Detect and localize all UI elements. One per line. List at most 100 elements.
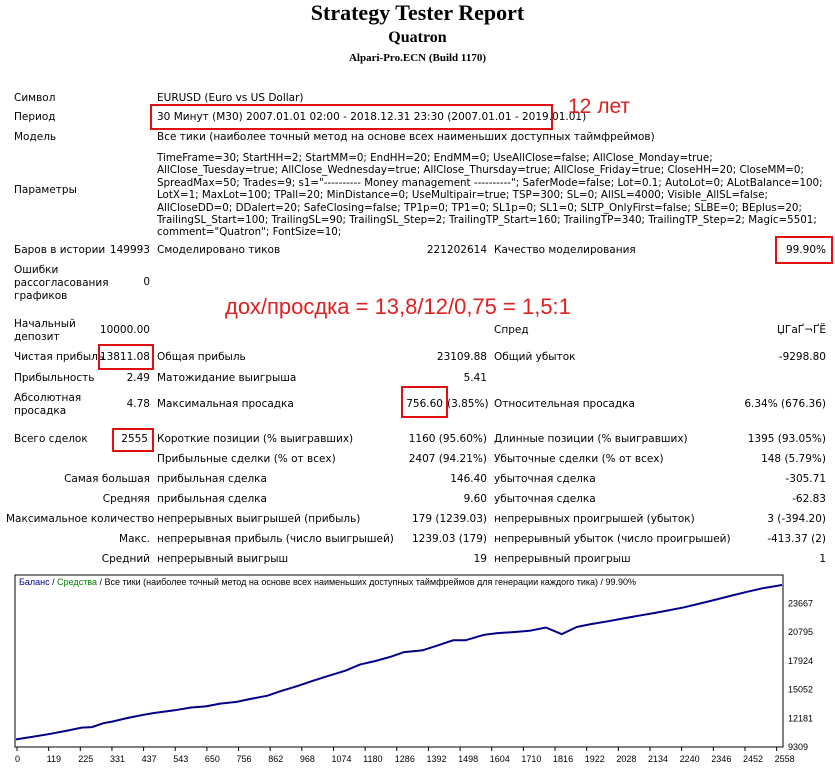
x-tick-label: 1816 — [553, 754, 573, 764]
spread-label: Спред — [494, 324, 529, 336]
average-label: Средняя — [102, 493, 150, 505]
max-dd-label: Максимальная просадка — [157, 398, 294, 410]
short-label: Короткие позиции (% выигравших) — [157, 433, 354, 445]
y-tick-label: 9309 — [788, 742, 808, 752]
abs-dd-label-line1: Абсолютная — [14, 392, 82, 404]
x-tick-label: 2452 — [743, 754, 763, 764]
max-cons-loss-value: -413.37 (2) — [767, 533, 826, 545]
max-count-label: Максимальное количество — [6, 513, 155, 525]
errors-value: 0 — [143, 276, 150, 288]
abs-dd-value: 4.78 — [126, 398, 150, 410]
x-tick-label: 2028 — [616, 754, 636, 764]
y-tick-label: 23667 — [788, 599, 813, 609]
expected-payoff-label: Матожидание выигрыша — [157, 372, 297, 384]
params-value: TimeFrame=30; StartHH=2; StartMM=0; EndH… — [157, 152, 823, 239]
spread-value: ЏГаҐ¬ҐЁ — [777, 324, 826, 336]
x-tick-label: 1392 — [426, 754, 446, 764]
x-tick-label: 1074 — [332, 754, 352, 764]
chart-frame — [14, 574, 784, 748]
deposit-label-line1: Начальный — [14, 318, 76, 330]
quality-label: Качество моделирования — [494, 244, 636, 256]
x-axis-ticks: 0 119 225 331 437 543 650 756 862 968 1074 1180 1286… — [15, 747, 795, 764]
x-tick-label: 119 — [47, 754, 61, 764]
legend-balance: Баланс — [19, 577, 50, 587]
model-value: Все тики (наиболее точный метод на основ… — [157, 131, 655, 143]
server-build: Alpari-Pro.ECN (Build 1170) — [348, 52, 486, 64]
deposit-label-line2: депозит — [14, 331, 60, 343]
years-annotation: 12 лет — [568, 95, 631, 118]
period-highlight-box — [150, 104, 553, 130]
errors-label-line3: графиков — [14, 290, 68, 302]
deposit-value: 10000.00 — [99, 324, 150, 336]
legend-description: / Все тики (наиболее точный метод на осн… — [97, 577, 636, 587]
y-tick-label: 17924 — [788, 656, 813, 666]
average-profit-label: прибыльная сделка — [157, 493, 267, 505]
x-tick-label: 1498 — [458, 754, 478, 764]
ticks-value: 221202614 — [426, 244, 487, 256]
long-value: 1395 (93.05%) — [747, 433, 826, 445]
profit-trades-label: Прибыльные сделки (% от всех) — [157, 453, 336, 465]
largest-loss-label: убыточная сделка — [494, 473, 596, 485]
largest-loss-value: -305.71 — [785, 473, 826, 485]
rel-dd-value: 6.34% (676.36) — [744, 398, 826, 410]
max-cons-loss-label: непрерывный убыток (число проигрышей) — [494, 533, 731, 545]
bars-label: Баров в истории — [14, 244, 106, 256]
errors-label-line2: рассогласования — [14, 277, 109, 289]
max-dd-highlight-box — [401, 386, 448, 418]
y-tick-label: 15052 — [788, 685, 813, 695]
max-cons-losses-value: 3 (-394.20) — [767, 513, 826, 525]
x-tick-label: 2134 — [648, 754, 668, 764]
x-tick-label: 2240 — [680, 754, 700, 764]
gross-profit-value: 23109.88 — [436, 351, 487, 363]
avg-cons-wins-label: непрерывный выигрыш — [157, 553, 289, 565]
x-tick-label: 1710 — [521, 754, 541, 764]
x-tick-label: 968 — [300, 754, 315, 764]
x-tick-label: 331 — [110, 754, 125, 764]
params-label: Параметры — [14, 184, 77, 196]
average-profit-value: 9.60 — [463, 493, 487, 505]
short-value: 1160 (95.60%) — [408, 433, 487, 445]
net-profit-highlight-box — [98, 344, 154, 370]
profit-factor-value: 2.49 — [126, 372, 150, 384]
x-tick-label: 1286 — [395, 754, 415, 764]
x-tick-label: 1922 — [585, 754, 605, 764]
max-cons-wins-label: непрерывных выигрышей (прибыль) — [157, 513, 361, 525]
profit-factor-label: Прибыльность — [14, 372, 95, 384]
avg-cons-wins-value: 19 — [473, 553, 487, 565]
max-cons-profit-label: непрерывная прибыль (число выигрышей) — [157, 533, 394, 545]
total-trades-highlight-box — [112, 428, 154, 452]
x-tick-label: 1180 — [363, 754, 382, 764]
report-title: Strategy Tester Report — [310, 0, 525, 25]
gross-loss-value: -9298.80 — [778, 351, 826, 363]
average-loss-value: -62.83 — [792, 493, 826, 505]
avg-cons-losses-value: 1 — [819, 553, 826, 565]
abs-dd-label: Абсолютная просадка — [14, 392, 81, 418]
x-tick-label: 2558 — [775, 754, 795, 764]
legend-title: Баланс / Средства / Все тики (наиболее т… — [19, 577, 636, 587]
x-tick-label: 543 — [173, 754, 188, 764]
rel-dd-label: Относительная просадка — [494, 398, 635, 410]
ticks-label: Смоделировано тиков — [157, 244, 281, 256]
x-tick-label: 225 — [78, 754, 93, 764]
y-tick-label: 12181 — [788, 713, 813, 723]
loss-trades-label: Убыточные сделки (% от всех) — [494, 453, 664, 465]
largest-profit-value: 146.40 — [450, 473, 487, 485]
max-cons-losses-label: непрерывных проигрышей (убыток) — [494, 513, 695, 525]
largest-profit-label: прибыльная сделка — [157, 473, 267, 485]
max-cons-wins-value: 179 (1239.03) — [412, 513, 487, 525]
ea-name: Quatron — [388, 29, 447, 46]
total-trades-label: Всего сделок — [14, 433, 88, 445]
profit-trades-value: 2407 (94.21%) — [408, 453, 487, 465]
average-loss-label: убыточная сделка — [494, 493, 596, 505]
x-tick-label: 650 — [205, 754, 220, 764]
y-tick-label: 20795 — [788, 627, 813, 637]
ratio-annotation: дох/просдка = 13,8/12/0,75 = 1,5:1 — [225, 294, 571, 319]
model-label: Модель — [14, 131, 57, 143]
y-axis-ticks: 23667 20795 17924 15052 12181 9309 — [788, 599, 813, 753]
errors-label-line1: Ошибки — [14, 264, 59, 276]
x-tick-label: 756 — [237, 754, 252, 764]
errors-label: Ошибки рассогласования графиков — [14, 264, 109, 303]
x-tick-label: 0 — [15, 754, 20, 764]
avg-cons-losses-label: непрерывный проигрыш — [494, 553, 631, 565]
gross-profit-label: Общая прибыль — [157, 351, 246, 363]
